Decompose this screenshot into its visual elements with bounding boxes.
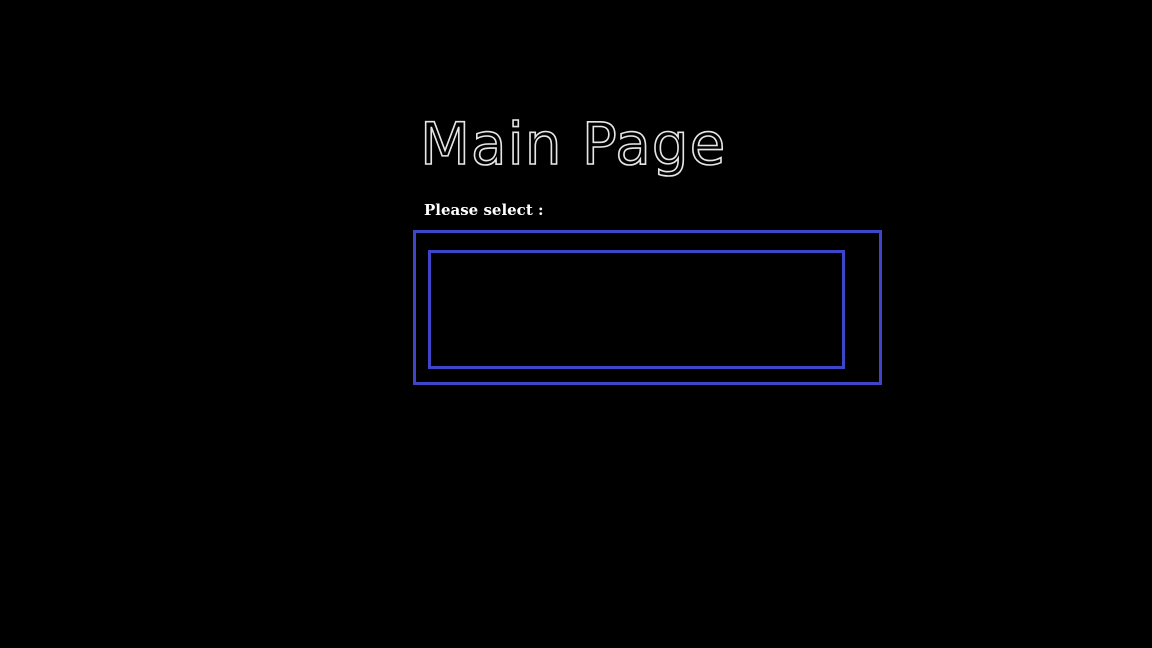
selection-listbox[interactable] — [428, 250, 845, 369]
main-page: Main Page Please select : — [0, 0, 1152, 648]
page-title: Main Page — [419, 109, 727, 179]
select-prompt-label: Please select : — [424, 201, 544, 219]
